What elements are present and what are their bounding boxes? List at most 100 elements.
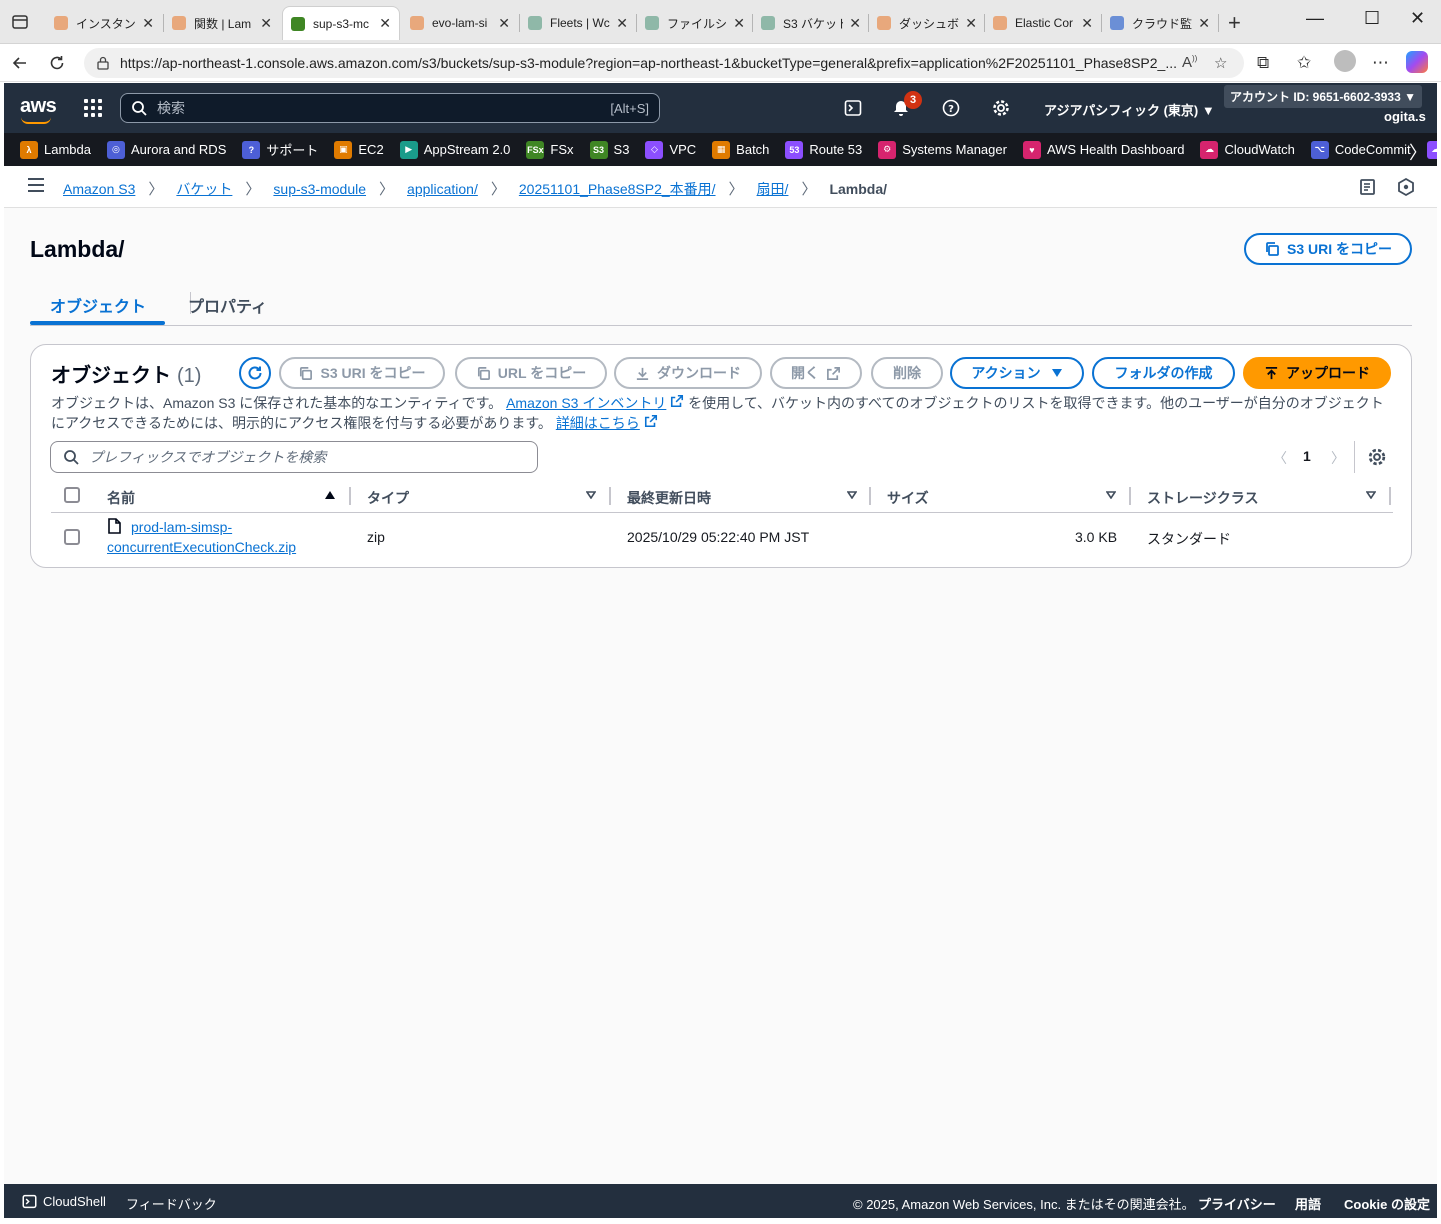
next-page-icon[interactable]: 〉 (1331, 448, 1345, 468)
refresh-button[interactable] (239, 357, 271, 389)
feedback-hexagon-icon[interactable] (1396, 177, 1416, 197)
maximize-icon[interactable]: ☐ (1364, 8, 1380, 29)
aws-search-input[interactable]: 検索 [Alt+S] (120, 93, 660, 123)
url-field[interactable]: https://ap-northeast-1.console.aws.amazo… (84, 48, 1244, 78)
object-search-input[interactable]: プレフィックスでオブジェクトを検索 (50, 441, 538, 473)
browser-tab[interactable]: インスタンス ✕ (46, 6, 162, 40)
breadcrumb-link[interactable]: 20251101_Phase8SP2_本番用/ (519, 179, 716, 199)
object-name-link[interactable]: prod-lam-simsp- (131, 519, 232, 535)
copilot-icon[interactable] (1406, 51, 1428, 78)
lock-icon[interactable] (96, 56, 110, 70)
minimize-icon[interactable]: — (1306, 8, 1324, 29)
close-window-icon[interactable]: ✕ (1410, 8, 1425, 29)
favorite-service-link[interactable]: ▣ EC2 (334, 140, 384, 159)
close-tab-icon[interactable]: ✕ (843, 15, 861, 32)
close-tab-icon[interactable]: ✕ (1075, 15, 1093, 32)
sort-caret-icon[interactable] (1366, 491, 1376, 499)
browser-tab[interactable]: ファイルシス ✕ (637, 6, 753, 40)
favorite-service-link[interactable]: FSx FSx (526, 140, 574, 159)
favorite-service-link[interactable]: ⌥ CodeCommit (1310, 140, 1411, 159)
browser-tab[interactable]: Elastic Cor ✕ (985, 6, 1101, 40)
download-button[interactable]: ダウンロード (614, 357, 762, 389)
column-resizer[interactable] (1129, 487, 1131, 505)
breadcrumb-link[interactable]: Amazon S3 (63, 181, 135, 197)
favorite-service-link[interactable]: λ Lambda (20, 140, 91, 159)
extensions-icon[interactable]: ⧉ (1257, 53, 1269, 73)
learn-more-link[interactable]: 詳細はこちら (556, 415, 640, 431)
favorite-star-icon[interactable]: ☆ (1214, 54, 1227, 72)
browser-tab[interactable]: S3 バケット ✕ (753, 6, 869, 40)
favorite-service-link[interactable]: S3 S3 (589, 140, 629, 159)
favorite-service-link[interactable]: ♥ AWS Health Dashboard (1022, 140, 1184, 159)
actions-dropdown-button[interactable]: アクション (950, 357, 1084, 389)
delete-button[interactable]: 削除 (871, 357, 943, 389)
prev-page-icon[interactable]: 〈 (1273, 448, 1287, 468)
privacy-link[interactable]: プライバシー (1198, 1194, 1276, 1213)
favorite-service-link[interactable]: ▶ AppStream 2.0 (399, 140, 510, 159)
browser-tab[interactable]: 関数 | Lam ✕ (164, 6, 280, 40)
favorites-icon[interactable]: ✩ (1297, 53, 1311, 73)
column-header-storage-class[interactable]: ストレージクラス (1147, 488, 1258, 508)
close-tab-icon[interactable]: ✕ (610, 15, 628, 32)
favorite-service-link[interactable]: ? サポート (242, 140, 318, 159)
column-header-type[interactable]: タイプ (367, 488, 409, 508)
table-preferences-gear-icon[interactable] (1367, 447, 1387, 467)
close-tab-icon[interactable]: ✕ (492, 15, 510, 32)
read-aloud-icon[interactable]: A)) (1182, 54, 1197, 71)
menu-hamburger-icon[interactable] (28, 178, 44, 192)
s3-inventory-link[interactable]: Amazon S3 インベントリ (506, 395, 666, 411)
profile-avatar[interactable] (1334, 50, 1356, 77)
cloudshell-link[interactable]: CloudShell (43, 1194, 106, 1209)
page-number[interactable]: 1 (1303, 448, 1311, 464)
terms-link[interactable]: 用語 (1295, 1194, 1321, 1213)
copy-url-button[interactable]: URL をコピー (455, 357, 607, 389)
create-folder-button[interactable]: フォルダの作成 (1092, 357, 1235, 389)
sort-caret-icon[interactable] (847, 491, 857, 499)
close-tab-icon[interactable]: ✕ (1192, 15, 1210, 32)
copy-s3-uri-header-button[interactable]: S3 URI をコピー (1244, 233, 1412, 265)
new-tab-icon[interactable]: + (1228, 10, 1241, 36)
breadcrumb-link[interactable]: sup-s3-module (273, 181, 366, 197)
browser-tab[interactable]: クラウド監視 ✕ (1102, 6, 1218, 40)
favorites-scroll-right-icon[interactable]: 〉 (1409, 139, 1427, 165)
breadcrumb-link[interactable]: application/ (407, 181, 478, 197)
breadcrumb-link[interactable]: バケット (176, 179, 232, 199)
object-name-link-line2[interactable]: concurrentExecutionCheck.zip (107, 539, 296, 555)
help-icon[interactable]: ? (940, 97, 962, 119)
column-resizer[interactable] (349, 487, 351, 505)
sort-caret-icon[interactable] (586, 491, 596, 499)
column-header-last-modified[interactable]: 最終更新日時 (627, 488, 711, 508)
close-tab-icon[interactable]: ✕ (254, 15, 272, 32)
info-panel-icon[interactable] (1358, 177, 1378, 197)
favorite-service-link[interactable]: ☁Clouc (1426, 140, 1437, 159)
more-icon[interactable]: ⋯ (1372, 53, 1389, 73)
breadcrumb-link[interactable]: 扇田/ (757, 179, 789, 199)
cookie-settings-link[interactable]: Cookie の設定 (1344, 1194, 1430, 1213)
feedback-link[interactable]: フィードバック (126, 1194, 217, 1213)
cloudshell-icon[interactable] (22, 1194, 37, 1209)
column-header-size[interactable]: サイズ (887, 488, 929, 508)
tab-properties[interactable]: プロパティ (188, 293, 267, 317)
browser-tab[interactable]: evo-lam-si ✕ (402, 6, 518, 40)
copy-s3-uri-button[interactable]: S3 URI をコピー (279, 357, 445, 389)
object-name-link-line1[interactable]: prod-lam-simsp- (131, 519, 232, 535)
sort-caret-icon[interactable] (1106, 491, 1116, 499)
cloudshell-icon[interactable] (842, 97, 864, 119)
account-id-menu[interactable]: アカウント ID: 9651-6602-3933 ▼ (1224, 85, 1422, 108)
favorite-service-link[interactable]: ◇ VPC (645, 140, 696, 159)
back-icon[interactable] (9, 52, 31, 74)
sort-ascending-icon[interactable] (325, 491, 335, 499)
row-checkbox[interactable] (64, 529, 80, 545)
favorite-service-link[interactable]: ☁ CloudWatch (1200, 140, 1295, 159)
upload-button[interactable]: アップロード (1243, 357, 1391, 389)
tab-objects[interactable]: オブジェクト (50, 293, 146, 317)
close-tab-icon[interactable]: ✕ (373, 15, 391, 32)
aws-logo[interactable]: aws (20, 95, 57, 124)
user-menu[interactable]: ogita.s (1384, 109, 1426, 124)
reload-icon[interactable] (46, 52, 68, 74)
region-selector[interactable]: アジアパシフィック (東京) ▼ (1044, 100, 1215, 119)
tab-actions-icon[interactable] (10, 12, 30, 32)
settings-gear-icon[interactable] (990, 97, 1012, 119)
column-resizer[interactable] (609, 487, 611, 505)
column-resizer[interactable] (1389, 487, 1391, 505)
